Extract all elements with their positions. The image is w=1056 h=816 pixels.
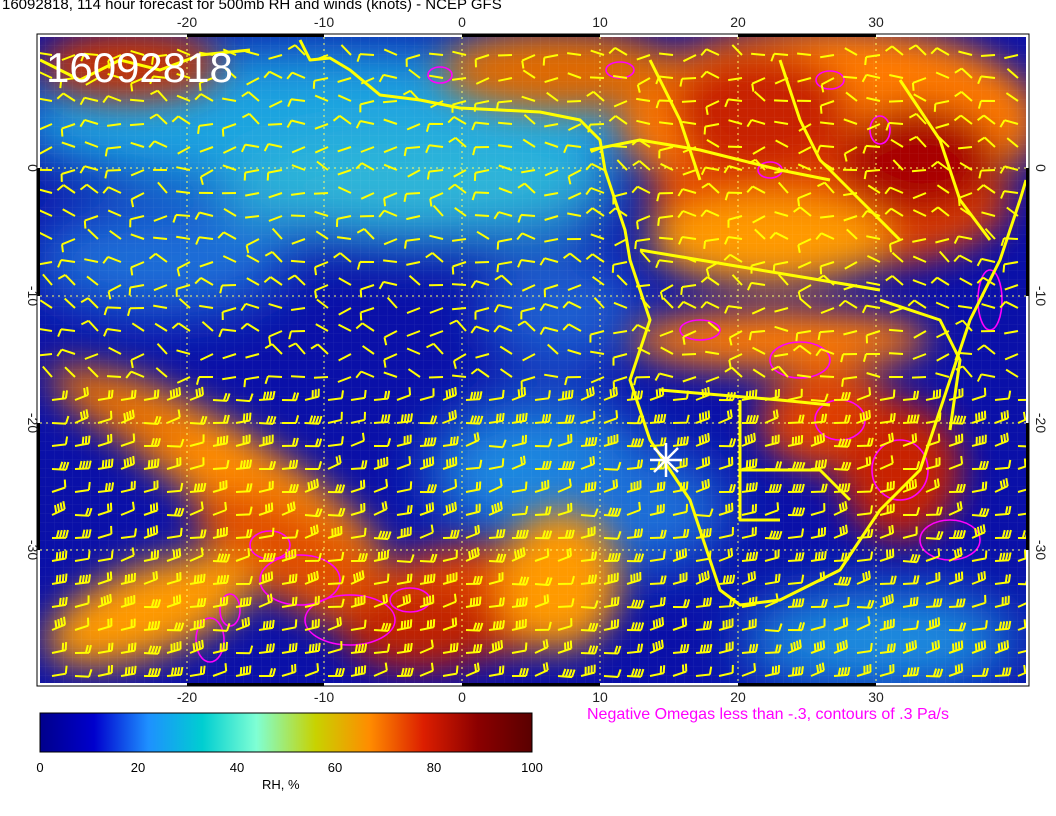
colorbar-tick: 100 (521, 760, 543, 775)
lon-label: 30 (868, 14, 884, 30)
lon-label: 20 (730, 14, 746, 30)
colorbar-tick: 20 (131, 760, 145, 775)
wind-barb (843, 75, 858, 79)
wind-barb (106, 375, 122, 378)
colorbar-tick: 80 (427, 760, 441, 775)
lon-label: 10 (592, 14, 608, 30)
wind-barb (313, 192, 329, 195)
wind-barb (888, 328, 904, 332)
wind-barb (497, 54, 513, 57)
lon-label: -20 (177, 689, 197, 705)
wind-barb (290, 375, 306, 378)
wind-barb (313, 376, 329, 379)
colorbar-gradient (39, 712, 533, 753)
wind-barb (980, 54, 996, 57)
lat-label: -20 (1033, 413, 1049, 433)
wind-barb (152, 236, 168, 240)
lon-labels-bottom: -20 -10 0 10 20 30 (177, 689, 884, 705)
wind-barb (659, 236, 674, 240)
wind-barb (911, 376, 927, 379)
wind-barb (130, 98, 145, 102)
wind-barb (474, 261, 490, 264)
wind-barb (452, 307, 467, 311)
wind-barb (451, 283, 467, 286)
wind-barb (612, 145, 628, 148)
wind-barb (129, 123, 145, 127)
wind-barb (681, 353, 697, 356)
lon-label: -20 (177, 14, 197, 30)
lon-label: 30 (868, 689, 884, 705)
wind-barb (589, 76, 605, 79)
wind-barb (681, 100, 697, 103)
lat-label: -20 (25, 413, 41, 433)
wind-barb (773, 99, 789, 102)
wind-barb (498, 121, 513, 125)
weather-map: 16092818 -20 -10 0 10 20 30 -20 -10 0 10… (25, 14, 1049, 775)
wind-barb (957, 146, 973, 150)
wind-barb (888, 100, 904, 103)
wind-barb (474, 214, 490, 217)
lon-label: 0 (458, 14, 466, 30)
wind-barb (428, 376, 444, 379)
wind-barb (888, 352, 904, 355)
lon-label: -10 (314, 14, 334, 30)
colorbar-label: RH, % (262, 777, 300, 792)
omega-note: Negative Omegas less than -.3, contours … (587, 706, 949, 723)
lon-label: 0 (458, 689, 466, 705)
wind-barb (382, 100, 398, 104)
lon-label: 20 (730, 689, 746, 705)
wind-barb (566, 100, 582, 103)
rh-field (40, 37, 1026, 683)
colorbar-tick: 60 (328, 760, 342, 775)
wind-barb (911, 169, 927, 173)
colorbar-tick: 40 (230, 760, 244, 775)
lat-labels-right: 0 -10 -20 -30 (1033, 164, 1049, 560)
wind-barb (290, 259, 306, 263)
lat-label: -10 (1033, 286, 1049, 306)
colorbar: 0 20 40 60 80 100 (36, 712, 543, 775)
lat-label: -10 (25, 286, 41, 306)
lon-label: -10 (314, 689, 334, 705)
lat-label: -30 (25, 540, 41, 560)
datestamp: 16092818 (46, 44, 233, 91)
lon-labels-top: -20 -10 0 10 20 30 (177, 14, 884, 30)
wind-barb (290, 214, 306, 217)
lat-label: 0 (1033, 164, 1049, 172)
colorbar-tick: 0 (36, 760, 43, 775)
wind-barb (267, 123, 283, 126)
lat-label: 0 (25, 164, 41, 172)
lat-label: -30 (1033, 540, 1049, 560)
lon-label: 10 (592, 689, 608, 705)
station-marker-icon (650, 443, 682, 477)
wind-barb (819, 375, 835, 378)
wind-barb (428, 52, 444, 56)
wind-barb (751, 52, 766, 56)
